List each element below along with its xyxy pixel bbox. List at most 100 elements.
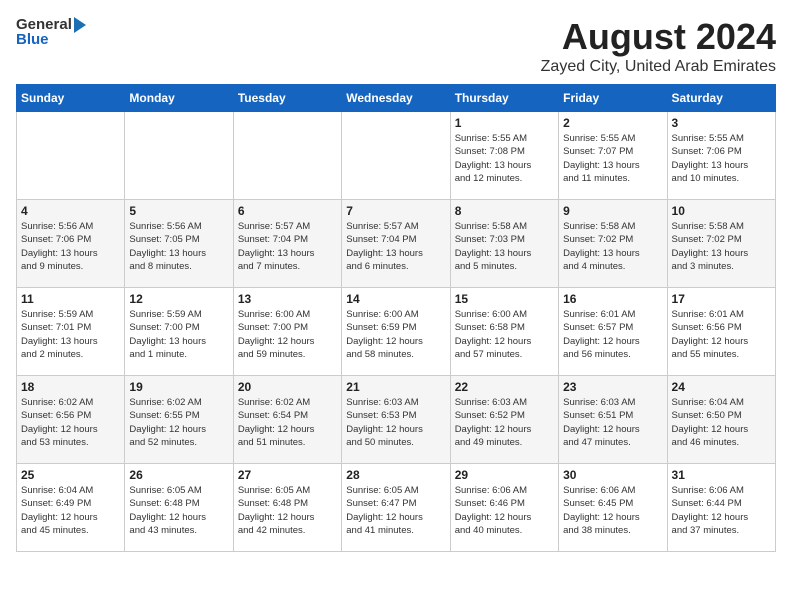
- day-info: Sunrise: 6:06 AM Sunset: 6:44 PM Dayligh…: [672, 484, 771, 537]
- day-number: 20: [238, 380, 337, 394]
- day-info: Sunrise: 5:58 AM Sunset: 7:02 PM Dayligh…: [563, 220, 662, 273]
- day-number: 9: [563, 204, 662, 218]
- weekday-header-monday: Monday: [125, 85, 233, 112]
- calendar-cell: 9 Sunrise: 5:58 AM Sunset: 7:02 PM Daylig…: [559, 200, 667, 288]
- day-info: Sunrise: 6:05 AM Sunset: 6:47 PM Dayligh…: [346, 484, 445, 537]
- calendar-cell: 3Sunrise: 5:55 AM Sunset: 7:06 PM Daylig…: [667, 112, 775, 200]
- calendar-cell: 20 Sunrise: 6:02 AM Sunset: 6:54 PM Dayli…: [233, 376, 341, 464]
- calendar-cell: [17, 112, 125, 200]
- calendar-cell: 5 Sunrise: 5:56 AM Sunset: 7:05 PM Daylig…: [125, 200, 233, 288]
- calendar-cell: 1Sunrise: 5:55 AM Sunset: 7:08 PM Daylig…: [450, 112, 558, 200]
- calendar-table: SundayMondayTuesdayWednesdayThursdayFrid…: [16, 84, 776, 552]
- day-info: Sunrise: 6:02 AM Sunset: 6:56 PM Dayligh…: [21, 396, 120, 449]
- calendar-cell: 22Sunrise: 6:03 AM Sunset: 6:52 PM Dayli…: [450, 376, 558, 464]
- day-info: Sunrise: 6:02 AM Sunset: 6:55 PM Dayligh…: [129, 396, 228, 449]
- day-info: Sunrise: 5:59 AM Sunset: 7:01 PM Dayligh…: [21, 308, 120, 361]
- calendar-header: SundayMondayTuesdayWednesdayThursdayFrid…: [17, 85, 776, 112]
- calendar-cell: 11 Sunrise: 5:59 AM Sunset: 7:01 PM Dayli…: [17, 288, 125, 376]
- calendar-cell: 12Sunrise: 5:59 AM Sunset: 7:00 PM Dayli…: [125, 288, 233, 376]
- day-number: 6: [238, 204, 337, 218]
- day-number: 21: [346, 380, 445, 394]
- calendar-cell: 23 Sunrise: 6:03 AM Sunset: 6:51 PM Dayli…: [559, 376, 667, 464]
- day-info: Sunrise: 6:04 AM Sunset: 6:49 PM Dayligh…: [21, 484, 120, 537]
- calendar-cell: 31Sunrise: 6:06 AM Sunset: 6:44 PM Dayli…: [667, 464, 775, 552]
- calendar-cell: 29 Sunrise: 6:06 AM Sunset: 6:46 PM Dayli…: [450, 464, 558, 552]
- calendar-week-5: 25 Sunrise: 6:04 AM Sunset: 6:49 PM Dayli…: [17, 464, 776, 552]
- page-title: August 2024: [541, 16, 776, 58]
- day-number: 26: [129, 468, 228, 482]
- calendar-cell: 26 Sunrise: 6:05 AM Sunset: 6:48 PM Dayli…: [125, 464, 233, 552]
- calendar-cell: 16Sunrise: 6:01 AM Sunset: 6:57 PM Dayli…: [559, 288, 667, 376]
- day-number: 19: [129, 380, 228, 394]
- calendar-cell: 24Sunrise: 6:04 AM Sunset: 6:50 PM Dayli…: [667, 376, 775, 464]
- day-number: 16: [563, 292, 662, 306]
- calendar-cell: 30Sunrise: 6:06 AM Sunset: 6:45 PM Dayli…: [559, 464, 667, 552]
- day-number: 8: [455, 204, 554, 218]
- weekday-header-saturday: Saturday: [667, 85, 775, 112]
- day-info: Sunrise: 6:01 AM Sunset: 6:56 PM Dayligh…: [672, 308, 771, 361]
- day-info: Sunrise: 6:00 AM Sunset: 6:59 PM Dayligh…: [346, 308, 445, 361]
- weekday-header-sunday: Sunday: [17, 85, 125, 112]
- day-number: 2: [563, 116, 662, 130]
- weekday-header-row: SundayMondayTuesdayWednesdayThursdayFrid…: [17, 85, 776, 112]
- day-info: Sunrise: 6:04 AM Sunset: 6:50 PM Dayligh…: [672, 396, 771, 449]
- day-info: Sunrise: 5:58 AM Sunset: 7:03 PM Dayligh…: [455, 220, 554, 273]
- calendar-cell: [233, 112, 341, 200]
- day-number: 7: [346, 204, 445, 218]
- calendar-cell: 25 Sunrise: 6:04 AM Sunset: 6:49 PM Dayli…: [17, 464, 125, 552]
- day-info: Sunrise: 6:05 AM Sunset: 6:48 PM Dayligh…: [129, 484, 228, 537]
- logo: General Blue: [16, 16, 86, 48]
- calendar-cell: 13 Sunrise: 6:00 AM Sunset: 7:00 PM Dayli…: [233, 288, 341, 376]
- day-info: Sunrise: 6:05 AM Sunset: 6:48 PM Dayligh…: [238, 484, 337, 537]
- day-number: 17: [672, 292, 771, 306]
- day-number: 11: [21, 292, 120, 306]
- page-subtitle: Zayed City, United Arab Emirates: [541, 58, 776, 76]
- day-number: 13: [238, 292, 337, 306]
- calendar-cell: 6Sunrise: 5:57 AM Sunset: 7:04 PM Daylig…: [233, 200, 341, 288]
- day-number: 4: [21, 204, 120, 218]
- calendar-cell: [342, 112, 450, 200]
- day-info: Sunrise: 6:03 AM Sunset: 6:51 PM Dayligh…: [563, 396, 662, 449]
- day-info: Sunrise: 5:56 AM Sunset: 7:05 PM Dayligh…: [129, 220, 228, 273]
- day-number: 5: [129, 204, 228, 218]
- day-number: 10: [672, 204, 771, 218]
- calendar-cell: 19 Sunrise: 6:02 AM Sunset: 6:55 PM Dayli…: [125, 376, 233, 464]
- day-number: 28: [346, 468, 445, 482]
- weekday-header-thursday: Thursday: [450, 85, 558, 112]
- day-number: 27: [238, 468, 337, 482]
- weekday-header-tuesday: Tuesday: [233, 85, 341, 112]
- day-number: 29: [455, 468, 554, 482]
- day-info: Sunrise: 6:00 AM Sunset: 6:58 PM Dayligh…: [455, 308, 554, 361]
- day-info: Sunrise: 6:00 AM Sunset: 7:00 PM Dayligh…: [238, 308, 337, 361]
- day-info: Sunrise: 6:03 AM Sunset: 6:53 PM Dayligh…: [346, 396, 445, 449]
- day-number: 18: [21, 380, 120, 394]
- day-number: 12: [129, 292, 228, 306]
- calendar-body: 1Sunrise: 5:55 AM Sunset: 7:08 PM Daylig…: [17, 112, 776, 552]
- calendar-cell: [125, 112, 233, 200]
- calendar-week-1: 1Sunrise: 5:55 AM Sunset: 7:08 PM Daylig…: [17, 112, 776, 200]
- logo-blue: Blue: [16, 31, 86, 48]
- day-number: 30: [563, 468, 662, 482]
- day-number: 22: [455, 380, 554, 394]
- day-info: Sunrise: 5:55 AM Sunset: 7:07 PM Dayligh…: [563, 132, 662, 185]
- calendar-cell: 7 Sunrise: 5:57 AM Sunset: 7:04 PM Daylig…: [342, 200, 450, 288]
- day-info: Sunrise: 5:57 AM Sunset: 7:04 PM Dayligh…: [346, 220, 445, 273]
- day-number: 25: [21, 468, 120, 482]
- calendar-week-4: 18 Sunrise: 6:02 AM Sunset: 6:56 PM Dayli…: [17, 376, 776, 464]
- calendar-cell: 2 Sunrise: 5:55 AM Sunset: 7:07 PM Daylig…: [559, 112, 667, 200]
- calendar-cell: 10Sunrise: 5:58 AM Sunset: 7:02 PM Dayli…: [667, 200, 775, 288]
- calendar-cell: 21 Sunrise: 6:03 AM Sunset: 6:53 PM Dayli…: [342, 376, 450, 464]
- day-number: 14: [346, 292, 445, 306]
- calendar-week-2: 4 Sunrise: 5:56 AM Sunset: 7:06 PM Daylig…: [17, 200, 776, 288]
- day-number: 15: [455, 292, 554, 306]
- day-number: 23: [563, 380, 662, 394]
- calendar-cell: 14 Sunrise: 6:00 AM Sunset: 6:59 PM Dayli…: [342, 288, 450, 376]
- day-info: Sunrise: 5:56 AM Sunset: 7:06 PM Dayligh…: [21, 220, 120, 273]
- day-info: Sunrise: 6:02 AM Sunset: 6:54 PM Dayligh…: [238, 396, 337, 449]
- day-info: Sunrise: 5:55 AM Sunset: 7:06 PM Dayligh…: [672, 132, 771, 185]
- header: General Blue August 2024 Zayed City, Uni…: [16, 16, 776, 76]
- calendar-week-3: 11 Sunrise: 5:59 AM Sunset: 7:01 PM Dayli…: [17, 288, 776, 376]
- day-number: 1: [455, 116, 554, 130]
- day-info: Sunrise: 6:06 AM Sunset: 6:46 PM Dayligh…: [455, 484, 554, 537]
- calendar-cell: 4 Sunrise: 5:56 AM Sunset: 7:06 PM Daylig…: [17, 200, 125, 288]
